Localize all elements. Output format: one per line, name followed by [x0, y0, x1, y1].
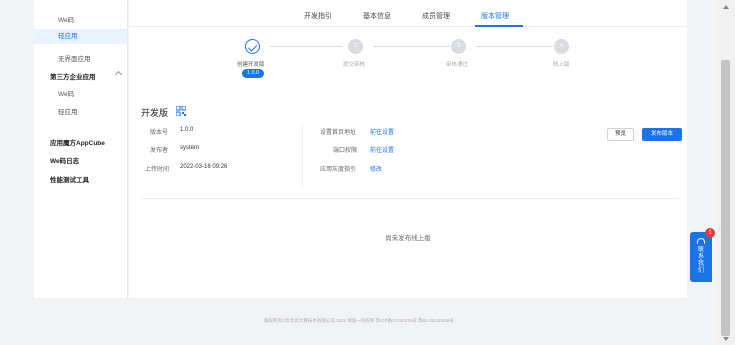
sidebar-item-third-light-app[interactable]: 轻应用	[58, 106, 78, 116]
step-3-label: 审核通过	[446, 62, 469, 68]
publisher-label: 发布者	[150, 148, 169, 154]
tab-version-mgmt[interactable]: 版本管理	[481, 11, 509, 21]
main-panel: 开发指引 基本信息 成员管理 版本管理 2 3 4 创建开发版 提交审核 审核通…	[129, 0, 687, 298]
step-4-label: 线上版	[553, 62, 570, 68]
port-permission-label: 端口权限	[333, 148, 358, 154]
sidebar-item-light-app[interactable]: 轻应用	[34, 29, 127, 44]
sidebar: We码 轻应用 无界面应用 第三方企业应用 We码 轻应用 应用魔方AppCub…	[34, 0, 128, 298]
check-icon	[247, 42, 258, 52]
version-value: 1.0.0	[180, 127, 194, 133]
sidebar-item-headless-app[interactable]: 无界面应用	[58, 53, 91, 63]
version-pill: 1.0.0	[242, 69, 264, 78]
step-4-circle: 4	[554, 39, 569, 54]
step-3-circle: 3	[451, 39, 466, 54]
tab-dev-guide[interactable]: 开发指引	[304, 11, 332, 21]
homepage-label: 设置首页地址	[320, 130, 357, 136]
section-title: 开发版	[141, 108, 169, 118]
step-1-label: 创建开发版	[237, 62, 265, 68]
sidebar-group-third-party[interactable]: 第三方企业应用	[50, 71, 96, 81]
notification-badge: 1	[705, 228, 715, 238]
sidebar-item-appcube[interactable]: 应用魔方AppCube	[50, 137, 105, 147]
scroll-down-icon[interactable]	[723, 337, 729, 341]
preview-button[interactable]: 预览	[607, 128, 634, 141]
sidebar-item-perf-test[interactable]: 性能测试工具	[50, 174, 89, 184]
upload-time-label: 上传时间	[145, 167, 170, 173]
step-connector-3	[476, 46, 553, 47]
headset-icon	[697, 238, 705, 244]
grayscale-guide-label: 应用灰度指引	[320, 167, 357, 173]
version-label: 版本号	[150, 130, 169, 136]
tab-basic-info[interactable]: 基本信息	[363, 11, 391, 21]
details-divider	[302, 126, 303, 186]
publisher-value: system	[180, 145, 200, 151]
scroll-up-icon[interactable]	[723, 5, 729, 9]
chevron-up-icon[interactable]	[114, 70, 123, 79]
contact-us-label: 联系我们	[697, 247, 704, 274]
sidebar-item-wecode[interactable]: We码	[58, 14, 74, 24]
step-connector-2	[373, 46, 450, 47]
step-1-circle	[245, 39, 260, 54]
homepage-setting-link[interactable]: 前往设置	[370, 127, 394, 136]
tab-bar: 开发指引 基本信息 成员管理 版本管理	[129, 0, 687, 27]
step-2-label: 提交审核	[343, 62, 366, 68]
sidebar-item-wecode-log[interactable]: We码日志	[50, 155, 79, 165]
step-2-circle: 2	[348, 39, 363, 54]
active-tab-indicator	[475, 25, 523, 27]
step-connector-1	[270, 46, 342, 47]
publish-version-button[interactable]: 发布版本	[642, 128, 682, 141]
scrollbar-thumb[interactable]	[721, 60, 730, 336]
port-setting-link[interactable]: 前往设置	[370, 145, 394, 154]
empty-state-text: 尚未发布线上版	[385, 235, 431, 242]
sidebar-item-third-wecode[interactable]: We码	[58, 88, 74, 98]
upload-time-value: 2022-03-16 09:26	[180, 164, 228, 170]
qrcode-icon[interactable]	[176, 106, 186, 116]
section-divider	[141, 198, 679, 199]
tab-members[interactable]: 成员管理	[422, 11, 450, 21]
grayscale-edit-link[interactable]: 修改	[370, 164, 382, 173]
footer-copyright: 版权所有©华为云计算技术有限公司 2021 保留一切权利 苏ICP备170403…	[264, 318, 454, 323]
